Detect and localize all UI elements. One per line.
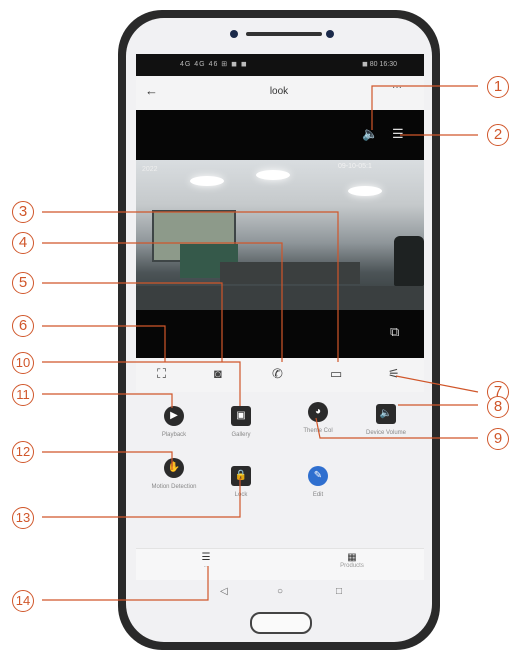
callout-8: 8 — [487, 396, 509, 418]
callout-12: 12 — [12, 441, 34, 463]
callout-2: 2 — [487, 124, 509, 146]
callout-9: 9 — [487, 428, 509, 450]
callout-line-1 — [371, 85, 478, 130]
callout-line-5 — [42, 282, 223, 362]
callout-1: 1 — [487, 76, 509, 98]
callout-10: 10 — [12, 352, 34, 374]
callout-11: 11 — [12, 384, 34, 406]
callout-line-6 — [42, 325, 166, 362]
callout-line-13 — [42, 478, 241, 518]
callout-line-10 — [42, 361, 241, 406]
callout-line-11 — [42, 393, 173, 408]
callout-5: 5 — [12, 272, 34, 294]
callout-13: 13 — [12, 507, 34, 529]
callout-line-9 — [315, 417, 478, 439]
callout-4: 4 — [12, 232, 34, 254]
callout-14: 14 — [12, 590, 34, 612]
callout-line-3 — [42, 211, 339, 362]
callout-line-14 — [42, 566, 209, 601]
callout-line-4 — [42, 242, 283, 362]
callout-3: 3 — [12, 201, 34, 223]
callout-line-7 — [395, 375, 479, 393]
callout-6: 6 — [12, 315, 34, 337]
callout-lines — [42, 85, 479, 601]
callout-line-12 — [42, 451, 173, 470]
